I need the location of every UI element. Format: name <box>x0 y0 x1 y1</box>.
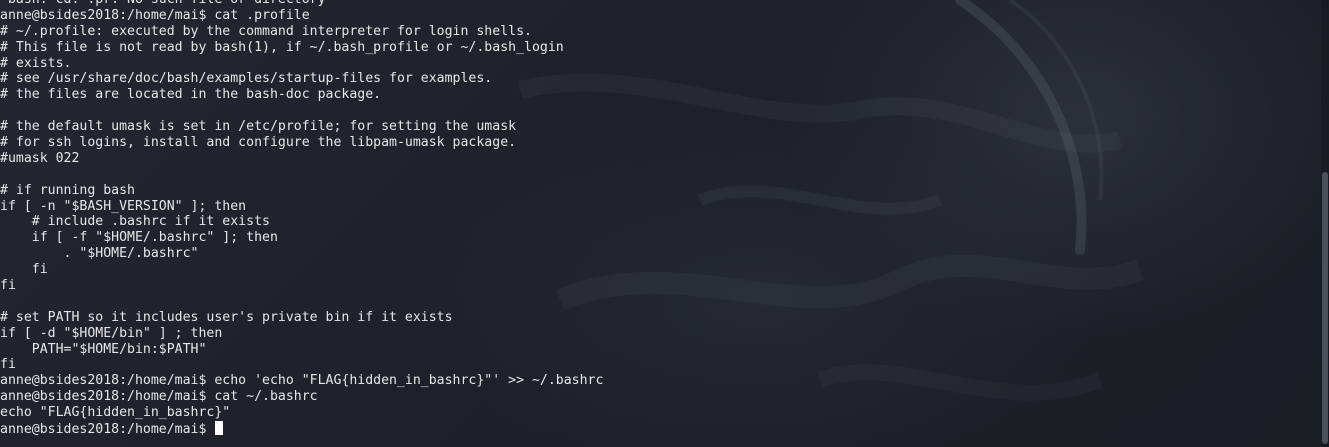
terminal-line: # set PATH so it includes user's private… <box>0 309 453 325</box>
terminal-line: if [ -f "$HOME/.bashrc" ]; then <box>0 230 278 246</box>
terminal-line: PATH="$HOME/bin:$PATH" <box>0 341 207 357</box>
terminal-line: anne@bsides2018:/home/mai$ echo 'echo "F… <box>0 373 604 389</box>
terminal-line: # include .bashrc if it exists <box>0 214 270 230</box>
terminal-line: fi <box>0 262 48 278</box>
scrollbar-track[interactable] <box>1321 0 1329 447</box>
terminal-line: . "$HOME/.bashrc" <box>0 246 199 262</box>
terminal-line: echo "FLAG{hidden_in_bashrc}" <box>0 405 231 421</box>
terminal-window[interactable]: -bash: cd: .pr: No such file or director… <box>0 0 1329 447</box>
terminal-line: anne@bsides2018:/home/mai$ cat ~/.bashrc <box>0 389 318 405</box>
shell-prompt: anne@bsides2018:/home/mai$ <box>0 422 215 438</box>
terminal-line: # the default umask is set in /etc/profi… <box>0 119 517 135</box>
terminal-line: # see /usr/share/doc/bash/examples/start… <box>0 71 493 87</box>
terminal-line: fi <box>0 357 16 373</box>
terminal-line: # for ssh logins, install and configure … <box>0 135 517 151</box>
terminal-line: if [ -n "$BASH_VERSION" ]; then <box>0 198 247 214</box>
terminal-line: #umask 022 <box>0 150 80 166</box>
terminal-line: # if running bash <box>0 182 135 198</box>
prompt-line[interactable]: anne@bsides2018:/home/mai$ <box>0 421 603 437</box>
terminal-line: # the files are located in the bash-doc … <box>0 87 382 103</box>
terminal-line: anne@bsides2018:/home/mai$ cat .profile <box>0 7 310 23</box>
terminal-line: fi <box>0 278 16 294</box>
terminal-line: -bash: cd: .pr: No such file or director… <box>0 0 603 8</box>
terminal-line: if [ -d "$HOME/bin" ] ; then <box>0 325 223 341</box>
scrollbar-thumb[interactable] <box>1322 172 1328 444</box>
terminal-line: # This file is not read by bash(1), if ~… <box>0 39 564 55</box>
terminal-line: # ~/.profile: executed by the command in… <box>0 23 532 39</box>
terminal-line: # exists. <box>0 55 72 71</box>
terminal-output: -bash: cd: .pr: No such file or director… <box>0 0 603 437</box>
text-cursor <box>215 421 224 436</box>
